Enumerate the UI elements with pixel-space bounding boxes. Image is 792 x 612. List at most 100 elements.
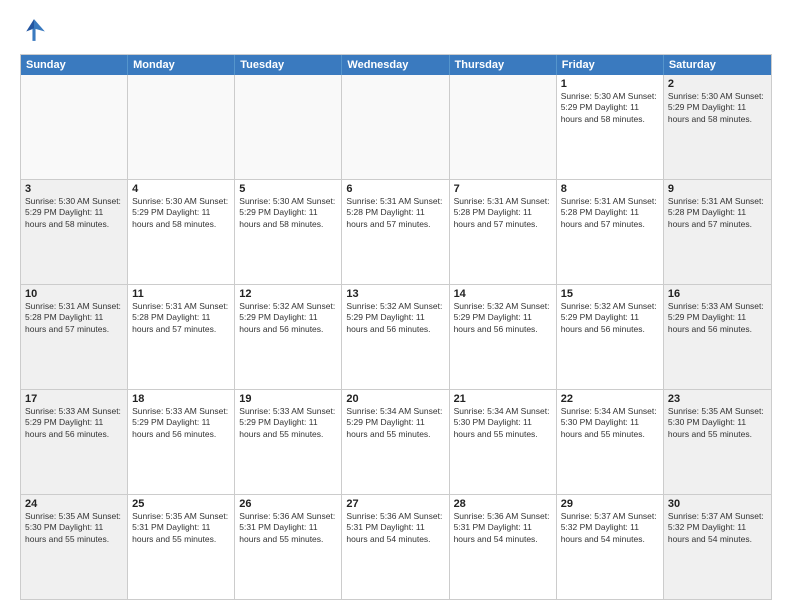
day-number: 20 — [346, 393, 444, 405]
day-info: Sunrise: 5:30 AM Sunset: 5:29 PM Dayligh… — [25, 196, 123, 230]
calendar-cell: 1Sunrise: 5:30 AM Sunset: 5:29 PM Daylig… — [557, 75, 664, 179]
day-info: Sunrise: 5:31 AM Sunset: 5:28 PM Dayligh… — [668, 196, 767, 230]
day-number: 24 — [25, 498, 123, 510]
day-number: 21 — [454, 393, 552, 405]
calendar-cell: 24Sunrise: 5:35 AM Sunset: 5:30 PM Dayli… — [21, 495, 128, 599]
day-number: 12 — [239, 288, 337, 300]
day-number: 13 — [346, 288, 444, 300]
day-number: 26 — [239, 498, 337, 510]
day-info: Sunrise: 5:30 AM Sunset: 5:29 PM Dayligh… — [239, 196, 337, 230]
day-number: 2 — [668, 78, 767, 90]
calendar: SundayMondayTuesdayWednesdayThursdayFrid… — [20, 54, 772, 600]
calendar-cell — [342, 75, 449, 179]
calendar-header: SundayMondayTuesdayWednesdayThursdayFrid… — [21, 55, 771, 75]
calendar-cell — [235, 75, 342, 179]
day-info: Sunrise: 5:30 AM Sunset: 5:29 PM Dayligh… — [132, 196, 230, 230]
calendar-cell: 21Sunrise: 5:34 AM Sunset: 5:30 PM Dayli… — [450, 390, 557, 494]
calendar-cell: 8Sunrise: 5:31 AM Sunset: 5:28 PM Daylig… — [557, 180, 664, 284]
day-info: Sunrise: 5:31 AM Sunset: 5:28 PM Dayligh… — [561, 196, 659, 230]
calendar-cell — [450, 75, 557, 179]
weekday-header: Sunday — [21, 55, 128, 75]
calendar-row: 3Sunrise: 5:30 AM Sunset: 5:29 PM Daylig… — [21, 179, 771, 284]
day-info: Sunrise: 5:36 AM Sunset: 5:31 PM Dayligh… — [346, 511, 444, 545]
day-number: 19 — [239, 393, 337, 405]
calendar-cell: 20Sunrise: 5:34 AM Sunset: 5:29 PM Dayli… — [342, 390, 449, 494]
calendar-cell: 12Sunrise: 5:32 AM Sunset: 5:29 PM Dayli… — [235, 285, 342, 389]
day-info: Sunrise: 5:33 AM Sunset: 5:29 PM Dayligh… — [25, 406, 123, 440]
day-info: Sunrise: 5:33 AM Sunset: 5:29 PM Dayligh… — [132, 406, 230, 440]
calendar-cell: 3Sunrise: 5:30 AM Sunset: 5:29 PM Daylig… — [21, 180, 128, 284]
day-number: 3 — [25, 183, 123, 195]
calendar-row: 1Sunrise: 5:30 AM Sunset: 5:29 PM Daylig… — [21, 75, 771, 179]
calendar-cell: 26Sunrise: 5:36 AM Sunset: 5:31 PM Dayli… — [235, 495, 342, 599]
day-number: 15 — [561, 288, 659, 300]
day-number: 18 — [132, 393, 230, 405]
day-number: 17 — [25, 393, 123, 405]
day-info: Sunrise: 5:31 AM Sunset: 5:28 PM Dayligh… — [132, 301, 230, 335]
day-number: 4 — [132, 183, 230, 195]
calendar-cell: 11Sunrise: 5:31 AM Sunset: 5:28 PM Dayli… — [128, 285, 235, 389]
calendar-cell — [128, 75, 235, 179]
calendar-cell: 4Sunrise: 5:30 AM Sunset: 5:29 PM Daylig… — [128, 180, 235, 284]
day-info: Sunrise: 5:32 AM Sunset: 5:29 PM Dayligh… — [454, 301, 552, 335]
logo — [20, 16, 52, 44]
calendar-cell: 17Sunrise: 5:33 AM Sunset: 5:29 PM Dayli… — [21, 390, 128, 494]
weekday-header: Thursday — [450, 55, 557, 75]
calendar-cell: 10Sunrise: 5:31 AM Sunset: 5:28 PM Dayli… — [21, 285, 128, 389]
day-info: Sunrise: 5:34 AM Sunset: 5:29 PM Dayligh… — [346, 406, 444, 440]
weekday-header: Wednesday — [342, 55, 449, 75]
calendar-cell: 22Sunrise: 5:34 AM Sunset: 5:30 PM Dayli… — [557, 390, 664, 494]
calendar-cell — [21, 75, 128, 179]
day-info: Sunrise: 5:34 AM Sunset: 5:30 PM Dayligh… — [454, 406, 552, 440]
weekday-header: Tuesday — [235, 55, 342, 75]
day-number: 10 — [25, 288, 123, 300]
day-info: Sunrise: 5:35 AM Sunset: 5:31 PM Dayligh… — [132, 511, 230, 545]
day-number: 28 — [454, 498, 552, 510]
day-number: 25 — [132, 498, 230, 510]
day-number: 1 — [561, 78, 659, 90]
calendar-cell: 29Sunrise: 5:37 AM Sunset: 5:32 PM Dayli… — [557, 495, 664, 599]
calendar-cell: 25Sunrise: 5:35 AM Sunset: 5:31 PM Dayli… — [128, 495, 235, 599]
day-info: Sunrise: 5:33 AM Sunset: 5:29 PM Dayligh… — [668, 301, 767, 335]
calendar-cell: 7Sunrise: 5:31 AM Sunset: 5:28 PM Daylig… — [450, 180, 557, 284]
page-header — [20, 16, 772, 44]
calendar-cell: 2Sunrise: 5:30 AM Sunset: 5:29 PM Daylig… — [664, 75, 771, 179]
day-number: 23 — [668, 393, 767, 405]
day-number: 30 — [668, 498, 767, 510]
calendar-row: 17Sunrise: 5:33 AM Sunset: 5:29 PM Dayli… — [21, 389, 771, 494]
weekday-header: Friday — [557, 55, 664, 75]
day-info: Sunrise: 5:32 AM Sunset: 5:29 PM Dayligh… — [561, 301, 659, 335]
calendar-cell: 23Sunrise: 5:35 AM Sunset: 5:30 PM Dayli… — [664, 390, 771, 494]
calendar-cell: 13Sunrise: 5:32 AM Sunset: 5:29 PM Dayli… — [342, 285, 449, 389]
day-info: Sunrise: 5:33 AM Sunset: 5:29 PM Dayligh… — [239, 406, 337, 440]
weekday-header: Monday — [128, 55, 235, 75]
day-number: 11 — [132, 288, 230, 300]
day-number: 7 — [454, 183, 552, 195]
day-number: 27 — [346, 498, 444, 510]
day-info: Sunrise: 5:36 AM Sunset: 5:31 PM Dayligh… — [239, 511, 337, 545]
day-number: 29 — [561, 498, 659, 510]
calendar-cell: 5Sunrise: 5:30 AM Sunset: 5:29 PM Daylig… — [235, 180, 342, 284]
day-number: 16 — [668, 288, 767, 300]
day-number: 5 — [239, 183, 337, 195]
calendar-cell: 27Sunrise: 5:36 AM Sunset: 5:31 PM Dayli… — [342, 495, 449, 599]
day-number: 6 — [346, 183, 444, 195]
day-info: Sunrise: 5:35 AM Sunset: 5:30 PM Dayligh… — [25, 511, 123, 545]
day-info: Sunrise: 5:37 AM Sunset: 5:32 PM Dayligh… — [668, 511, 767, 545]
weekday-header: Saturday — [664, 55, 771, 75]
day-number: 22 — [561, 393, 659, 405]
calendar-cell: 18Sunrise: 5:33 AM Sunset: 5:29 PM Dayli… — [128, 390, 235, 494]
calendar-cell: 30Sunrise: 5:37 AM Sunset: 5:32 PM Dayli… — [664, 495, 771, 599]
calendar-body: 1 Sunrise: 5:30 AM Sunset: 5:29 PM Daylig… — [21, 75, 771, 599]
calendar-cell: 14Sunrise: 5:32 AM Sunset: 5:29 PM Dayli… — [450, 285, 557, 389]
calendar-cell: 6Sunrise: 5:31 AM Sunset: 5:28 PM Daylig… — [342, 180, 449, 284]
calendar-cell: 19Sunrise: 5:33 AM Sunset: 5:29 PM Dayli… — [235, 390, 342, 494]
logo-icon — [20, 16, 48, 44]
calendar-cell: 28Sunrise: 5:36 AM Sunset: 5:31 PM Dayli… — [450, 495, 557, 599]
day-number: 9 — [668, 183, 767, 195]
day-number: 8 — [561, 183, 659, 195]
day-info: Sunrise: 5:32 AM Sunset: 5:29 PM Dayligh… — [239, 301, 337, 335]
calendar-row: 10 Sunrise: 5:31 AM Sunset: 5:28 PM Dayli… — [21, 284, 771, 389]
day-info: Sunrise: 5:31 AM Sunset: 5:28 PM Dayligh… — [454, 196, 552, 230]
day-info: Sunrise: 5:32 AM Sunset: 5:29 PM Dayligh… — [346, 301, 444, 335]
